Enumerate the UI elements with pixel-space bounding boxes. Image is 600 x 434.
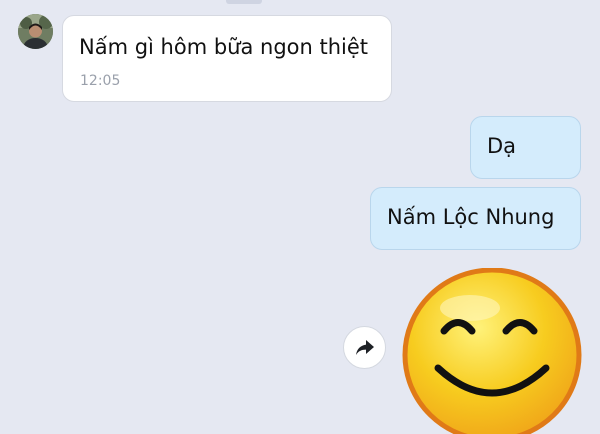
sticker-face: [402, 268, 582, 434]
outgoing-message-bubble[interactable]: Nấm Lộc Nhung: [370, 187, 581, 250]
outgoing-message-bubble[interactable]: Dạ: [470, 116, 581, 179]
avatar-photo: [18, 14, 53, 49]
sticker-highlight: [440, 295, 500, 321]
top-edge-indicator: [226, 0, 262, 4]
incoming-message-bubble[interactable]: Nấm gì hôm bữa ngon thiệt 12:05: [62, 15, 392, 102]
forward-button[interactable]: [343, 326, 386, 369]
forward-arrow-icon: [355, 339, 374, 355]
message-text: Nấm gì hôm bữa ngon thiệt: [79, 35, 369, 59]
message-text: Nấm Lộc Nhung: [387, 205, 555, 229]
message-timestamp: 12:05: [80, 73, 121, 89]
contact-avatar[interactable]: [18, 14, 53, 49]
message-text: Dạ: [487, 134, 517, 158]
smiling-face-sticker[interactable]: [400, 268, 584, 434]
